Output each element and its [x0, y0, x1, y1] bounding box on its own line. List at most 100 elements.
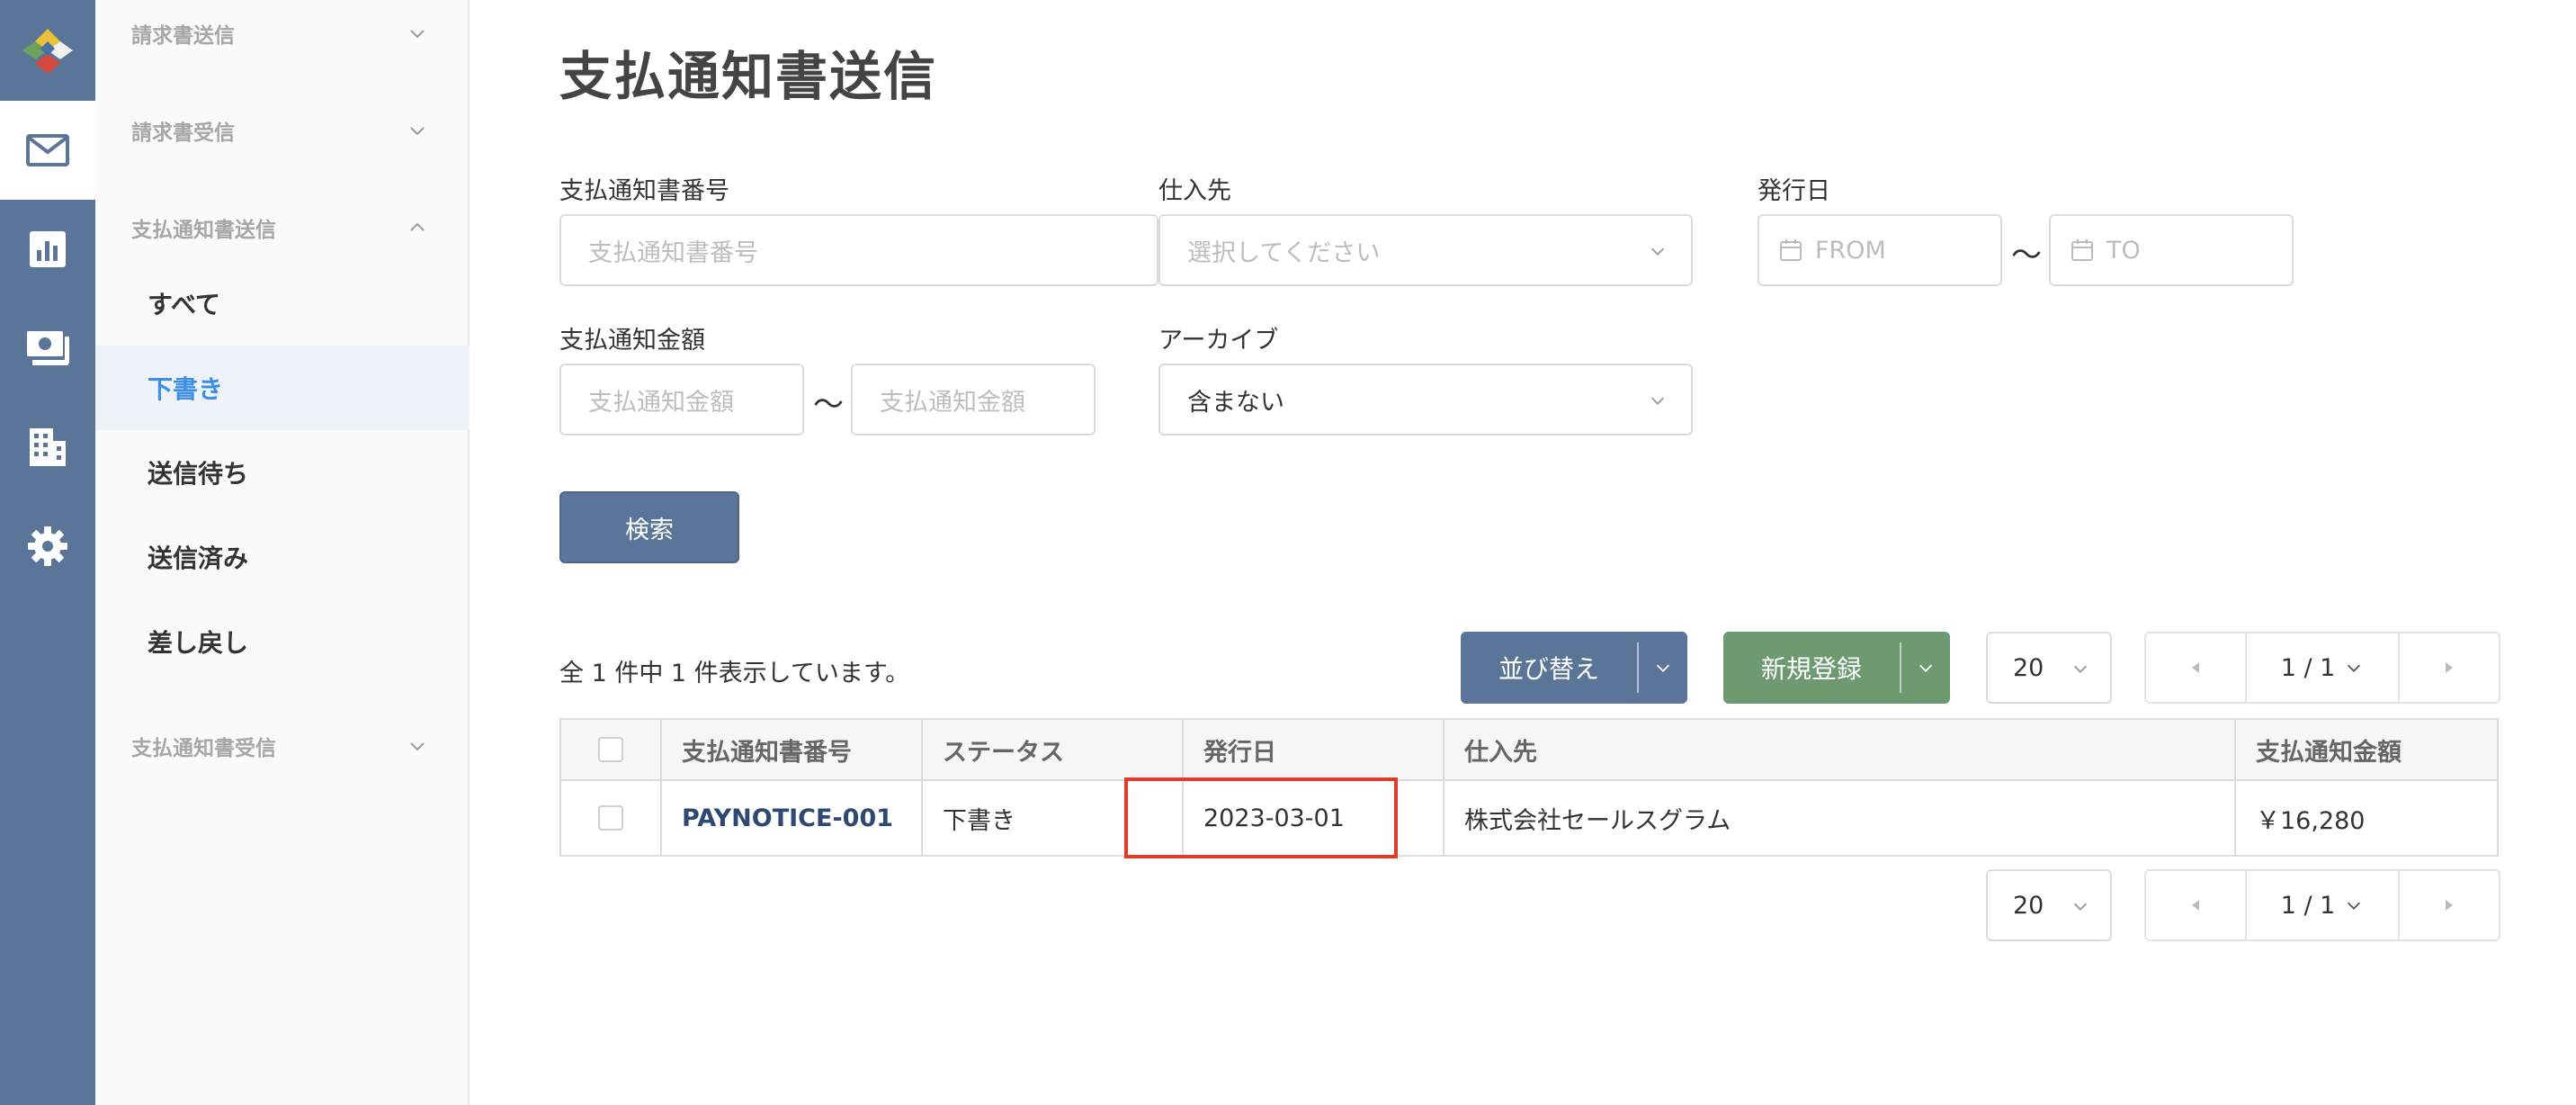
calendar-icon — [2071, 239, 2093, 261]
chevron-down-icon — [1650, 397, 1665, 405]
per-page-value: 20 — [2013, 891, 2044, 920]
sidebar-item-label: 送信待ち — [148, 459, 249, 489]
sidebar-group-label: 請求書送信 — [131, 24, 235, 48]
sidebar-item-returned[interactable]: 差し戻し — [95, 599, 470, 684]
date-range-separator: 〜 — [2011, 238, 2042, 274]
page-indicator: 1 / 1 — [2280, 891, 2336, 920]
sidebar-item-label: すべて — [148, 290, 220, 319]
supplier-placeholder: 選択してください — [1187, 238, 1381, 267]
amount-label: 支払通知金額 — [559, 327, 705, 355]
archive-value: 含まない — [1187, 388, 1284, 417]
pagination-top: 1 / 1 — [2144, 632, 2500, 704]
number-cell: PAYNOTICE-001 — [662, 781, 923, 855]
sidebar-item-label: 下書き — [148, 374, 224, 404]
supplier-cell: 株式会社セールスグラム — [1445, 781, 2236, 855]
caret-right-icon — [2446, 900, 2453, 911]
date-label: 発行日 — [1758, 177, 1830, 205]
new-register-button-label: 新規登録 — [1760, 654, 1862, 684]
search-button[interactable]: 検索 — [559, 491, 739, 563]
payment-notice-link[interactable]: PAYNOTICE-001 — [682, 804, 893, 832]
date-to-input[interactable]: TO — [2049, 214, 2294, 286]
sort-button[interactable]: 並び替え — [1461, 632, 1687, 704]
column-header[interactable]: 支払通知金額 — [2236, 720, 2497, 779]
mail-icon[interactable] — [0, 101, 95, 200]
select-all-cell — [561, 720, 662, 779]
next-page-button[interactable] — [2400, 871, 2499, 939]
chevron-down-icon — [2073, 903, 2088, 911]
page-title: 支払通知書送信 — [559, 46, 938, 107]
prev-page-button[interactable] — [2146, 633, 2245, 702]
column-header[interactable]: 発行日 — [1184, 720, 1445, 779]
sidebar-group-payment-notice-receive[interactable]: 支払通知書受信 — [95, 714, 470, 777]
number-placeholder: 支払通知書番号 — [588, 238, 758, 267]
per-page-select-bottom[interactable]: 20 — [1986, 869, 2112, 941]
caret-left-icon — [2192, 900, 2199, 911]
sub-sidebar: 請求書送信 請求書受信 支払通知書送信 すべて 下書き 送信待ち 送信済み 差し… — [95, 0, 470, 1105]
archive-select[interactable]: 含まない — [1158, 364, 1693, 436]
building-icon[interactable] — [0, 398, 95, 497]
chevron-down-icon — [2348, 664, 2361, 672]
date-from-input[interactable]: FROM — [1758, 214, 2002, 286]
amount-cell: ￥16,280 — [2256, 806, 2366, 835]
prev-page-button[interactable] — [2146, 871, 2245, 939]
sidebar-item-sent[interactable]: 送信済み — [95, 515, 470, 599]
logo-icon[interactable] — [0, 0, 95, 101]
select-all-checkbox[interactable] — [598, 737, 623, 762]
column-header[interactable]: 仕入先 — [1445, 720, 2236, 779]
sidebar-item-draft[interactable]: 下書き — [95, 346, 470, 430]
pagination-bottom: 1 / 1 — [2144, 869, 2500, 941]
supplier-select[interactable]: 選択してください — [1158, 214, 1693, 286]
per-page-select-top[interactable]: 20 — [1986, 632, 2112, 704]
date-from-placeholder: FROM — [1815, 236, 1886, 265]
chevron-down-icon — [2073, 665, 2088, 673]
amount-from-placeholder: 支払通知金額 — [588, 388, 734, 417]
chevron-down-icon — [1650, 247, 1665, 256]
chevron-down-icon — [410, 30, 425, 39]
sidebar-group-invoice-receive[interactable]: 請求書受信 — [95, 99, 470, 162]
supplier-label: 仕入先 — [1158, 177, 1231, 205]
amount-to-placeholder: 支払通知金額 — [880, 388, 1025, 417]
result-summary: 全 1 件中 1 件表示しています。 — [559, 660, 910, 687]
icon-rail — [0, 0, 95, 1105]
table-row[interactable]: PAYNOTICE-001 下書き 2023-03-01 株式会社セールスグラム… — [561, 781, 2497, 855]
payment-icon[interactable] — [0, 299, 95, 398]
chevron-up-icon — [410, 222, 425, 231]
amount-range-separator: 〜 — [813, 387, 844, 423]
archive-label: アーカイブ — [1158, 327, 1279, 355]
status-cell: 下書き — [923, 781, 1184, 855]
sidebar-group-invoice-send[interactable]: 請求書送信 — [95, 2, 470, 65]
page-indicator: 1 / 1 — [2280, 653, 2336, 682]
sidebar-item-pending[interactable]: 送信待ち — [95, 430, 470, 515]
page-select[interactable]: 1 / 1 — [2245, 871, 2400, 939]
sidebar-group-payment-notice-send[interactable]: 支払通知書送信 — [95, 196, 470, 259]
chevron-down-icon — [410, 742, 425, 751]
table-header: 支払通知書番号 ステータス 発行日 仕入先 支払通知金額 — [561, 720, 2497, 781]
new-register-button[interactable]: 新規登録 — [1723, 632, 1950, 704]
chevron-down-icon[interactable] — [1901, 632, 1950, 704]
number-label: 支払通知書番号 — [559, 177, 729, 205]
chevron-down-icon — [410, 127, 425, 136]
amount-to-input[interactable]: 支払通知金額 — [851, 364, 1096, 436]
number-input[interactable]: 支払通知書番号 — [559, 214, 1158, 286]
calendar-icon — [1780, 239, 1802, 261]
column-header[interactable]: 支払通知書番号 — [662, 720, 923, 779]
row-select-cell — [561, 781, 662, 855]
amount-from-input[interactable]: 支払通知金額 — [559, 364, 804, 436]
chevron-down-icon — [2348, 902, 2361, 910]
sidebar-group-label: 請求書受信 — [131, 121, 235, 145]
page-select[interactable]: 1 / 1 — [2245, 633, 2400, 702]
sidebar-item-label: 送信済み — [148, 544, 249, 573]
caret-right-icon — [2446, 662, 2453, 673]
sidebar-item-all[interactable]: すべて — [95, 261, 470, 346]
per-page-value: 20 — [2013, 653, 2044, 682]
next-page-button[interactable] — [2400, 633, 2499, 702]
chevron-down-icon[interactable] — [1639, 632, 1687, 704]
sidebar-group-label: 支払通知書送信 — [131, 219, 276, 242]
sort-button-label: 並び替え — [1498, 654, 1599, 684]
column-header[interactable]: ステータス — [923, 720, 1184, 779]
row-checkbox[interactable] — [598, 805, 623, 831]
chart-icon[interactable] — [0, 200, 95, 299]
gear-icon[interactable] — [0, 497, 95, 596]
main-content: 支払通知書送信 支払通知書番号 支払通知書番号 仕入先 選択してください 発行日… — [470, 0, 2576, 1105]
payment-notice-table: 支払通知書番号 ステータス 発行日 仕入先 支払通知金額 PAYNOTICE-0… — [559, 718, 2499, 857]
